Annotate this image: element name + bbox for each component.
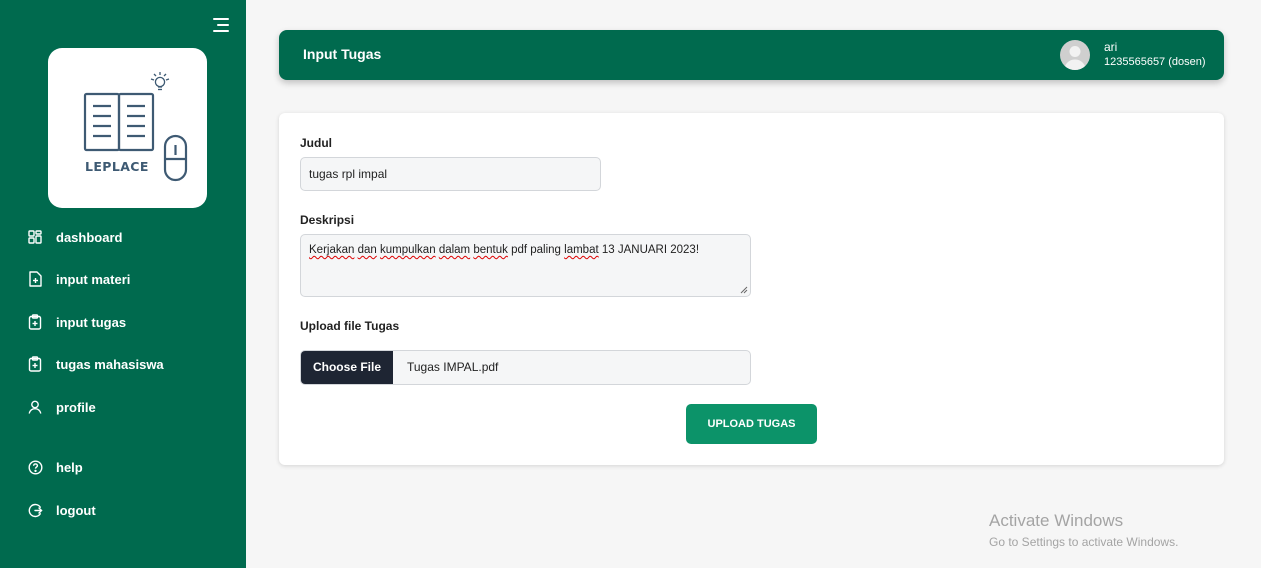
- upload-label: Upload file Tugas: [300, 319, 400, 333]
- spellcheck-word: bentuk: [473, 244, 508, 256]
- input-tugas-form: Judul tugas rpl impal Deskripsi Kerjakan…: [279, 113, 1224, 465]
- logo-text: LEPLACE: [85, 159, 149, 174]
- sidebar: LEPLACE dashboard input materi input tug…: [0, 0, 246, 568]
- clipboard-plus-icon: [27, 356, 43, 372]
- menu-toggle-icon[interactable]: [213, 18, 229, 32]
- file-plus-icon: [27, 271, 43, 287]
- windows-watermark-title: Activate Windows: [989, 511, 1124, 530]
- sidebar-item-label: profile: [56, 399, 96, 415]
- sidebar-item-label: tugas mahasiswa: [56, 356, 164, 372]
- choose-file-button[interactable]: Choose File: [301, 351, 393, 384]
- sidebar-item-label: help: [56, 459, 83, 475]
- file-input[interactable]: Choose File Tugas IMPAL.pdf: [300, 350, 751, 385]
- deskripsi-text: Kerjakan dan kumpulkan dalam bentuk pdf …: [309, 244, 699, 256]
- page-title: Input Tugas: [303, 46, 382, 62]
- spellcheck-word: dalam: [438, 244, 471, 256]
- user-icon: [27, 399, 43, 415]
- spellcheck-word: kumpulkan: [379, 244, 436, 256]
- spellcheck-word: lambat: [564, 244, 599, 256]
- sidebar-item-tugas-mahasiswa[interactable]: tugas mahasiswa: [27, 353, 164, 375]
- description-segment: pdf paling: [507, 244, 565, 256]
- user-avatar-icon: [1064, 46, 1086, 70]
- sidebar-item-help[interactable]: help: [27, 456, 83, 478]
- clipboard-plus-icon: [27, 314, 43, 330]
- help-circle-icon: [27, 459, 43, 475]
- sidebar-item-label: logout: [56, 502, 96, 518]
- sidebar-item-input-tugas[interactable]: input tugas: [27, 311, 126, 333]
- logout-icon: [27, 502, 43, 518]
- resize-handle-icon[interactable]: [740, 286, 748, 294]
- sidebar-item-dashboard[interactable]: dashboard: [27, 226, 122, 248]
- judul-input[interactable]: tugas rpl impal: [300, 157, 601, 191]
- sidebar-item-input-materi[interactable]: input materi: [27, 268, 130, 290]
- file-name: Tugas IMPAL.pdf: [407, 360, 499, 374]
- deskripsi-label: Deskripsi: [300, 213, 355, 227]
- dashboard-grid-icon: [27, 229, 43, 245]
- windows-watermark-subtitle: Go to Settings to activate Windows.: [989, 535, 1179, 549]
- logo: LEPLACE: [48, 48, 207, 208]
- avatar[interactable]: [1060, 40, 1090, 70]
- sidebar-item-label: input materi: [56, 271, 131, 287]
- spellcheck-word: Kerjakan: [309, 244, 355, 256]
- book-logo-icon: [83, 72, 188, 182]
- sidebar-item-logout[interactable]: logout: [27, 499, 96, 521]
- sidebar-item-label: dashboard: [56, 229, 123, 245]
- deskripsi-textarea[interactable]: Kerjakan dan kumpulkan dalam bentuk pdf …: [300, 234, 751, 297]
- judul-label: Judul: [300, 136, 332, 150]
- user-id: 1235565657 (dosen): [1104, 56, 1206, 68]
- description-segment: 13 JANUARI 2023!: [598, 244, 700, 256]
- spellcheck-word: dan: [357, 244, 377, 256]
- sidebar-item-profile[interactable]: profile: [27, 396, 96, 418]
- upload-tugas-button[interactable]: UPLOAD TUGAS: [686, 404, 817, 444]
- sidebar-item-label: input tugas: [56, 314, 127, 330]
- user-name: ari: [1104, 40, 1118, 54]
- page-header: Input Tugas ari 1235565657 (dosen): [279, 30, 1224, 80]
